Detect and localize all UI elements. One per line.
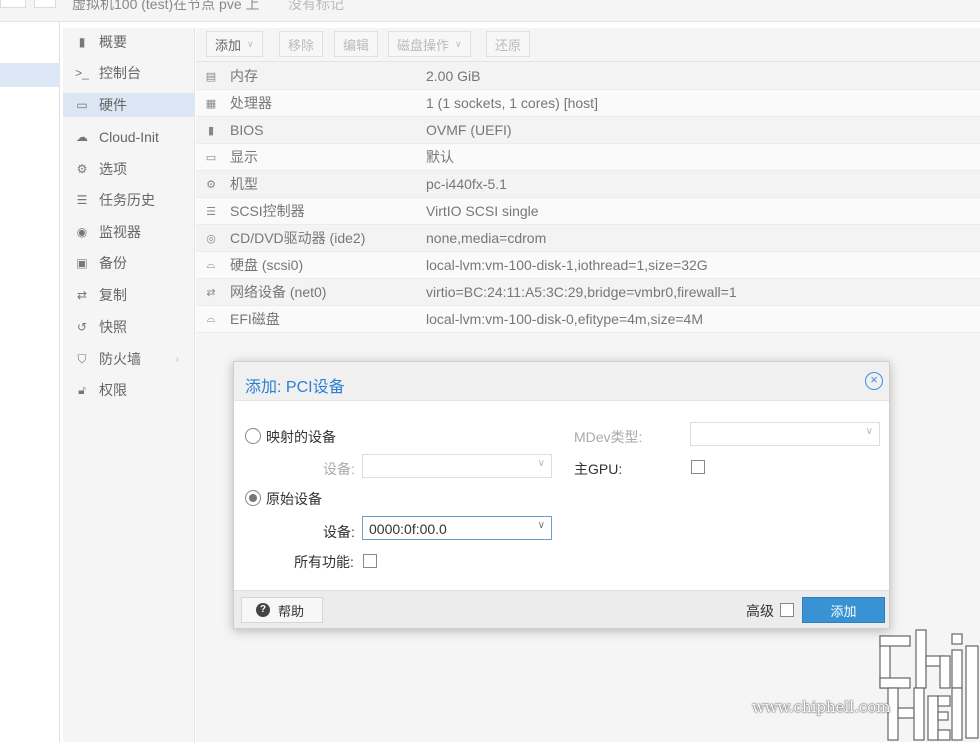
primary-gpu-label: 主GPU: [574, 461, 623, 477]
tags-label[interactable]: 没有标记 [288, 0, 344, 14]
vm-title: 虚拟机100 (test)在节点 pve 上 [72, 0, 260, 12]
chevron-down-icon: ∨ [865, 426, 873, 437]
chiphell-logo [879, 629, 979, 741]
exchange-icon: ⇄ [206, 286, 216, 299]
table-row[interactable]: ⇄ 网络设备 (net0) virtio=BC:24:11:A5:3C:29,bri… [196, 279, 980, 306]
mapped-device-label: 映射的设备 [266, 429, 336, 445]
hardware-table: ▤ 内存 2.00 GiB ▦ 处理器 1 (1 sockets, 1 cores) [… [196, 63, 980, 333]
dialog-header: 添加: PCI设备 × [234, 362, 889, 401]
vm-title-bar: 虚拟机100 (test)在节点 pve 上 没有标记 [0, 0, 980, 22]
vm-nav-menu: ▮ 概要 >_ 控制台 ▭ 硬件 ☁ Cloud-Init ⚙ 选项 ☰ 任务历史 ◉ 监视器… [63, 28, 195, 742]
gear-button-stub[interactable] [34, 0, 56, 8]
floppy-icon: ▣ [76, 256, 88, 270]
raw-device-field-label: 设备: [323, 524, 355, 540]
resource-tree [0, 22, 60, 742]
cdrom-icon: ◎ [206, 232, 216, 245]
cpu-icon: ▦ [205, 97, 217, 110]
revert-button[interactable]: 还原 [486, 31, 531, 57]
watermark-url: www.chiphell.com [752, 698, 891, 716]
table-row[interactable]: ☰ SCSI控制器 VirtIO SCSI single [196, 198, 980, 225]
add-button[interactable]: 添加 [802, 597, 885, 623]
chevron-down-icon: ∨ [537, 520, 545, 531]
table-row[interactable]: ▦ 处理器 1 (1 sockets, 1 cores) [host] [196, 90, 980, 117]
retweet-icon: ⇄ [76, 288, 88, 302]
nav-item-replication[interactable]: ⇄ 复制 [63, 283, 195, 307]
advanced-label: 高级 [746, 603, 774, 619]
list-icon: ☰ [76, 193, 88, 207]
eye-icon: ◉ [76, 225, 88, 239]
nav-item-summary[interactable]: ▮ 概要 [63, 30, 195, 54]
primary-gpu-checkbox[interactable] [691, 460, 705, 474]
cogs-icon: ⚙ [206, 178, 216, 191]
chevron-right-icon: › [175, 353, 179, 365]
book-icon: ▮ [78, 35, 86, 49]
chevron-down-icon: ∨ [537, 458, 545, 469]
nav-item-hardware[interactable]: ▭ 硬件 [63, 93, 195, 117]
table-row[interactable]: ▤ 内存 2.00 GiB [196, 63, 980, 90]
chiphell-watermark: www.chiphell.com [752, 626, 980, 742]
mapped-device-field-label: 设备: [323, 461, 355, 477]
edit-button[interactable]: 编辑 [334, 31, 379, 57]
database-icon: ☰ [206, 205, 216, 218]
monitor-icon: ▭ [76, 98, 88, 112]
chevron-down-icon: ∨ [455, 38, 462, 49]
mapped-device-select[interactable]: ∨ [362, 454, 552, 478]
raw-device-select[interactable]: 0000:0f:00.0 ∨ [362, 516, 552, 540]
mapped-device-radio[interactable] [245, 428, 261, 444]
table-row[interactable]: ⚙ 机型 pc-i440fx-5.1 [196, 171, 980, 198]
nav-item-snapshot[interactable]: ↺ 快照 [63, 315, 195, 339]
raw-device-label: 原始设备 [266, 491, 322, 507]
table-row[interactable]: ⌓ EFI磁盘 local-lvm:vm-100-disk-0,efitype=4m… [196, 306, 980, 333]
table-row[interactable]: ▮ BIOS OVMF (UEFI) [196, 117, 980, 144]
raw-device-radio[interactable] [245, 490, 261, 506]
dialog-title: 添加: PCI设备 [245, 379, 345, 396]
remove-button[interactable]: 移除 [279, 31, 324, 57]
nav-item-monitor[interactable]: ◉ 监视器 [63, 220, 195, 244]
cloud-icon: ☁ [76, 130, 88, 144]
table-row[interactable]: ⌓ 硬盘 (scsi0) local-lvm:vm-100-disk-1,iothr… [196, 252, 980, 279]
nav-item-firewall[interactable]: ⛉ 防火墙 › [63, 347, 195, 371]
display-icon: ▭ [205, 151, 217, 164]
mdev-type-select[interactable]: ∨ [690, 422, 880, 446]
hardware-toolbar: 添加 ∨ 移除 编辑 磁盘操作 ∨ 还原 [196, 28, 980, 62]
help-button[interactable]: ? 帮助 [241, 597, 323, 623]
add-menu-button[interactable]: 添加 ∨ [206, 31, 263, 57]
unlock-icon: 🔓︎ [78, 382, 86, 397]
all-functions-label: 所有功能: [294, 554, 354, 570]
table-row[interactable]: ◎ CD/DVD驱动器 (ide2) none,media=cdrom [196, 225, 980, 252]
all-functions-checkbox[interactable] [363, 554, 377, 568]
chevron-down-icon: ∨ [247, 38, 254, 49]
hdd-icon: ⌓ [206, 312, 216, 325]
memory-icon: ▤ [205, 70, 217, 83]
close-icon[interactable]: × [865, 372, 883, 390]
disk-action-button[interactable]: 磁盘操作 ∨ [388, 31, 471, 57]
nav-item-cloud-init[interactable]: ☁ Cloud-Init [63, 125, 195, 149]
add-pci-device-dialog: 添加: PCI设备 × 映射的设备 设备: ∨ 原始设备 设备: 0000:0f… [233, 361, 890, 629]
nav-item-backup[interactable]: ▣ 备份 [63, 251, 195, 275]
shield-icon: ⛉ [77, 351, 87, 366]
nav-item-permissions[interactable]: 🔓︎ 权限 [63, 378, 195, 402]
nav-item-options[interactable]: ⚙ 选项 [63, 157, 195, 181]
nav-item-task-history[interactable]: ☰ 任务历史 [63, 188, 195, 212]
terminal-icon: >_ [75, 66, 89, 80]
table-row[interactable]: ▭ 显示 默认 [196, 144, 980, 171]
search-field-stub[interactable] [0, 0, 26, 8]
hdd-icon: ⌓ [206, 258, 216, 271]
nav-item-console[interactable]: >_ 控制台 [63, 61, 195, 85]
history-icon: ↺ [76, 320, 88, 334]
gear-icon: ⚙ [76, 162, 88, 176]
mdev-type-label: MDev类型: [574, 429, 643, 445]
bios-icon: ▮ [207, 124, 215, 137]
question-icon: ? [256, 603, 270, 617]
resource-tree-selected-item[interactable] [0, 63, 60, 87]
advanced-checkbox[interactable] [780, 603, 794, 617]
dialog-footer: ? 帮助 高级 添加 [234, 590, 889, 628]
